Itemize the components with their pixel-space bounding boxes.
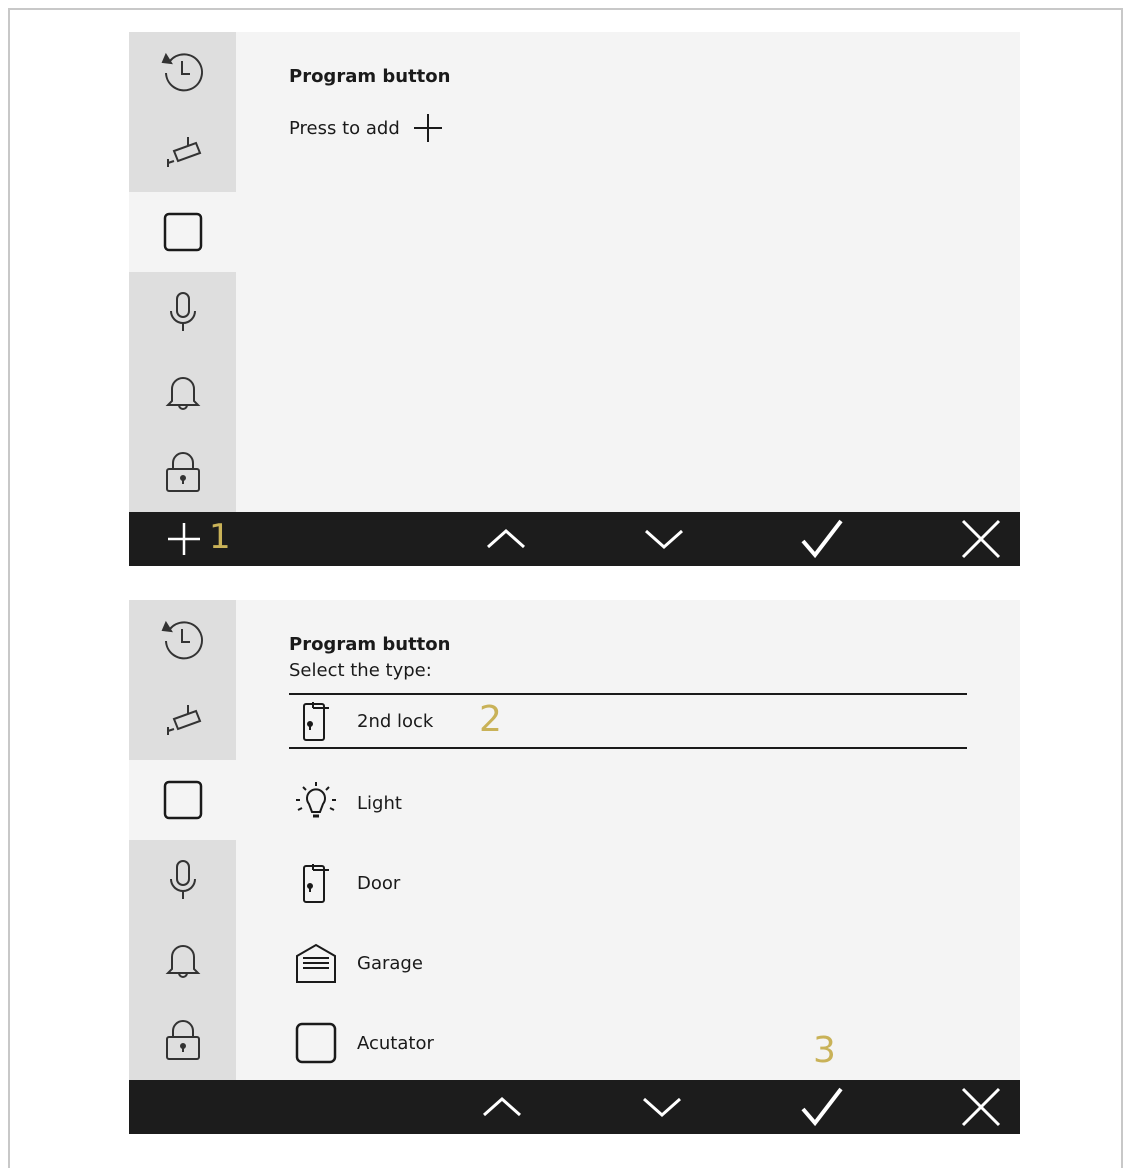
main-content: Program button Select the type: 2nd lock… bbox=[289, 600, 1020, 1080]
sidebar-item-lock[interactable] bbox=[129, 432, 236, 512]
list-item-actuator[interactable]: Acutator bbox=[289, 1003, 967, 1083]
light-bulb-icon bbox=[291, 778, 341, 828]
padlock-icon bbox=[165, 1020, 200, 1060]
sidebar-item-history[interactable] bbox=[129, 32, 236, 112]
confirm-button[interactable] bbox=[798, 512, 844, 566]
list-item-label: Light bbox=[357, 792, 402, 814]
chevron-up-icon bbox=[487, 528, 525, 549]
close-icon bbox=[961, 519, 1001, 559]
main-content: Program button Press to add bbox=[289, 32, 1020, 512]
list-item-label: Acutator bbox=[357, 1032, 434, 1054]
sidebar-item-camera[interactable] bbox=[129, 112, 236, 192]
screen-program-button-select-type: Program button Select the type: 2nd lock… bbox=[129, 600, 1020, 1134]
press-to-add-label: Press to add bbox=[289, 117, 400, 139]
padlock-icon bbox=[165, 452, 200, 492]
sidebar bbox=[129, 600, 236, 1080]
add-button[interactable] bbox=[159, 512, 209, 566]
press-to-add-row[interactable]: Press to add bbox=[289, 112, 444, 144]
lock-door-icon bbox=[291, 696, 341, 746]
history-icon bbox=[161, 52, 203, 92]
down-button[interactable] bbox=[640, 1080, 684, 1134]
page-title: Program button bbox=[289, 66, 451, 87]
list-item-label: Garage bbox=[357, 952, 423, 974]
sidebar-item-program-button[interactable] bbox=[129, 192, 236, 272]
sidebar-item-program-button[interactable] bbox=[129, 760, 236, 840]
history-icon bbox=[161, 620, 203, 660]
close-button[interactable] bbox=[959, 512, 1003, 566]
callout-2: 2 bbox=[479, 699, 502, 740]
type-list: 2nd lock 2 Light Door Garage Acutator bbox=[289, 693, 967, 1083]
plus-icon bbox=[168, 523, 200, 555]
list-item-label: Door bbox=[357, 872, 401, 894]
page-title: Program button bbox=[289, 634, 451, 655]
list-item-label: 2nd lock bbox=[357, 710, 434, 732]
list-item-garage[interactable]: Garage bbox=[289, 923, 967, 1003]
page-subtitle: Select the type: bbox=[289, 660, 432, 681]
sidebar-item-lock[interactable] bbox=[129, 1000, 236, 1080]
plus-icon bbox=[413, 114, 442, 142]
close-button[interactable] bbox=[959, 1080, 1003, 1134]
list-item-door[interactable]: Door bbox=[289, 843, 967, 923]
down-button[interactable] bbox=[642, 512, 686, 566]
list-item-2nd-lock[interactable]: 2nd lock 2 bbox=[289, 693, 967, 749]
button-square-icon bbox=[163, 212, 202, 252]
checkmark-icon bbox=[801, 519, 843, 559]
callout-3: 3 bbox=[813, 1030, 836, 1071]
sidebar-item-microphone[interactable] bbox=[129, 840, 236, 920]
microphone-icon bbox=[169, 860, 196, 899]
sidebar-item-bell[interactable] bbox=[129, 920, 236, 1000]
bottom-toolbar bbox=[129, 1080, 1020, 1134]
sidebar bbox=[129, 32, 236, 512]
callout-1: 1 bbox=[209, 517, 231, 557]
up-button[interactable] bbox=[480, 1080, 524, 1134]
camera-icon bbox=[166, 705, 201, 735]
camera-icon bbox=[166, 137, 201, 167]
microphone-icon bbox=[169, 292, 196, 331]
chevron-up-icon bbox=[483, 1096, 521, 1117]
bell-icon bbox=[165, 377, 200, 410]
chevron-down-icon bbox=[645, 529, 683, 550]
sidebar-item-history[interactable] bbox=[129, 600, 236, 680]
confirm-button[interactable] bbox=[798, 1080, 844, 1134]
close-icon bbox=[961, 1087, 1001, 1127]
chevron-down-icon bbox=[643, 1097, 681, 1118]
checkmark-icon bbox=[801, 1087, 843, 1127]
sidebar-item-microphone[interactable] bbox=[129, 272, 236, 352]
garage-icon bbox=[291, 938, 341, 988]
up-button[interactable] bbox=[484, 512, 528, 566]
bell-icon bbox=[165, 945, 200, 978]
sidebar-item-camera[interactable] bbox=[129, 680, 236, 760]
actuator-icon bbox=[291, 1018, 341, 1068]
list-item-light[interactable]: Light bbox=[289, 763, 967, 843]
sidebar-item-bell[interactable] bbox=[129, 352, 236, 432]
button-square-icon bbox=[163, 780, 202, 820]
bottom-toolbar: 1 bbox=[129, 512, 1020, 566]
door-icon bbox=[291, 858, 341, 908]
screen-program-button-empty: Program button Press to add 1 bbox=[129, 32, 1020, 566]
